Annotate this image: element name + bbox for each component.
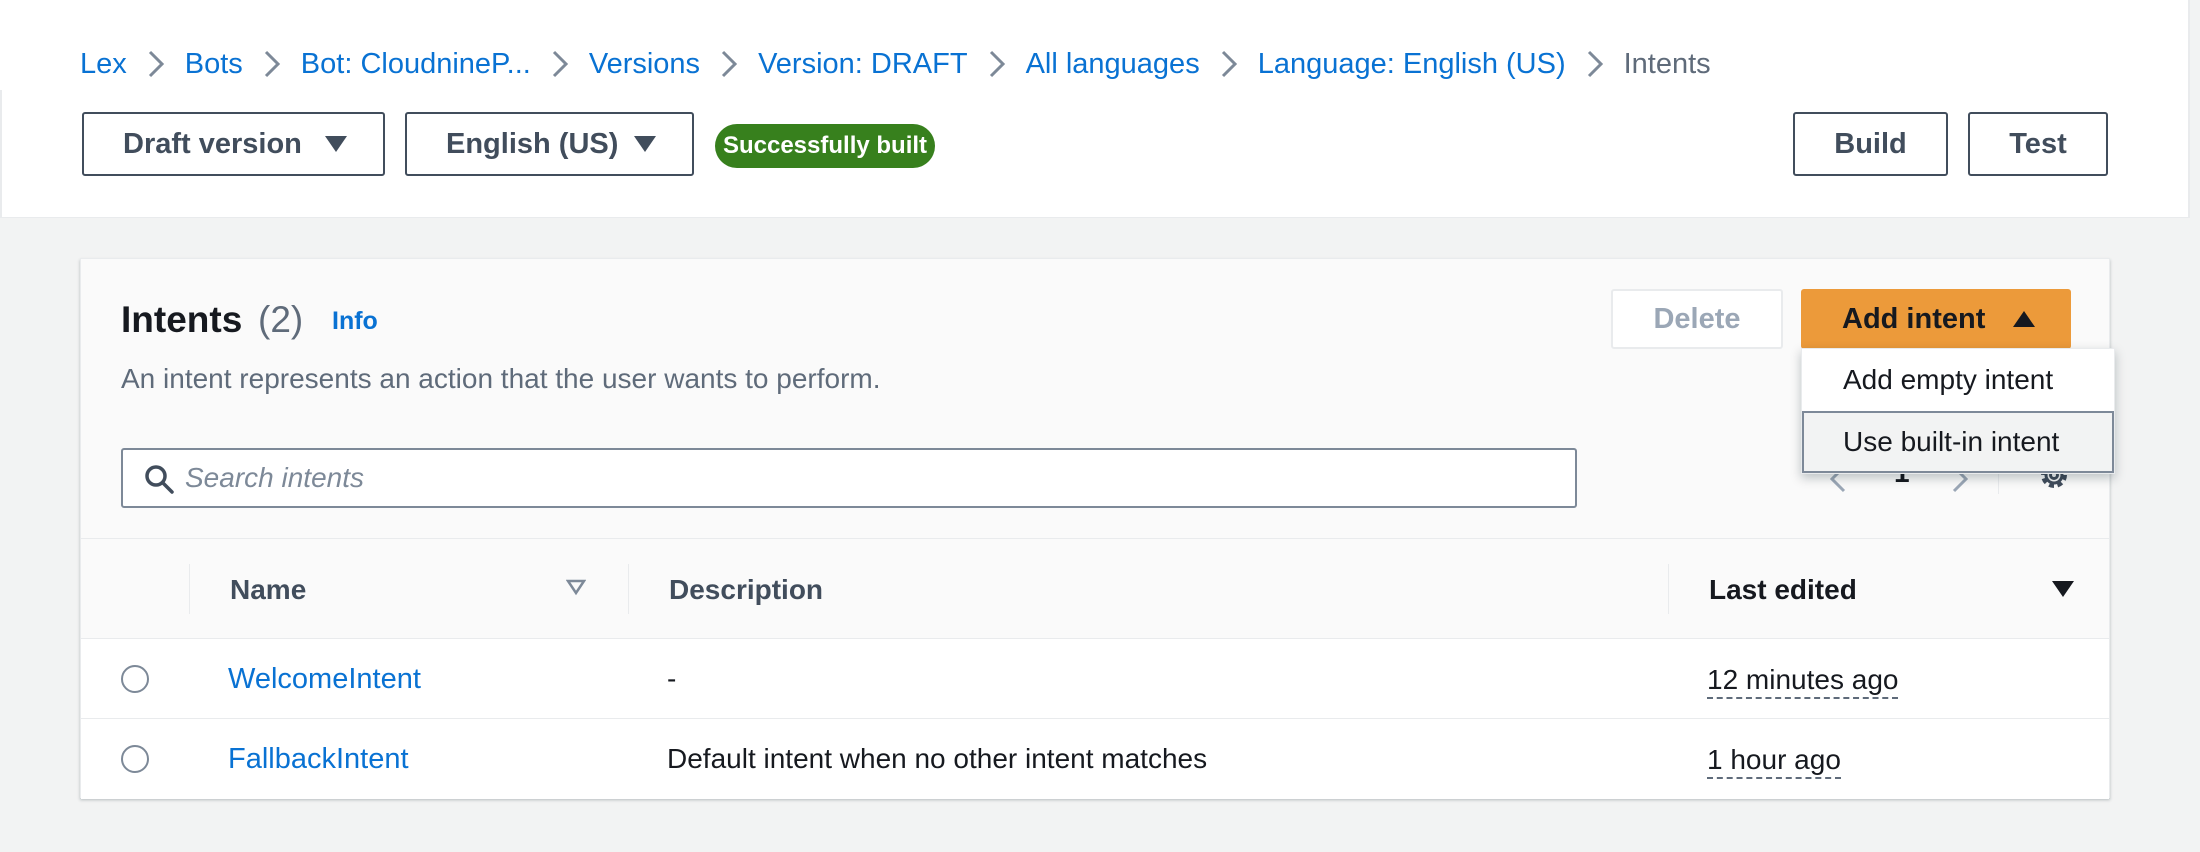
test-button[interactable]: Test: [1968, 112, 2108, 176]
column-header-name[interactable]: Name: [230, 574, 306, 606]
column-divider: [1668, 564, 1669, 614]
build-button[interactable]: Build: [1793, 112, 1948, 176]
breadcrumb-bots[interactable]: Bots: [185, 48, 243, 81]
column-header-last-edited[interactable]: Last edited: [1709, 574, 1857, 606]
info-link[interactable]: Info: [332, 307, 378, 336]
chevron-right-icon: [243, 49, 301, 79]
intent-description: Default intent when no other intent matc…: [667, 743, 1208, 774]
add-empty-intent-option[interactable]: Add empty intent: [1802, 349, 2114, 411]
breadcrumb: Lex Bots Bot: CloudnineP... Versions Ver…: [80, 44, 1711, 84]
intent-name-link[interactable]: FallbackIntent: [228, 743, 409, 776]
panel-description: An intent represents an action that the …: [121, 363, 881, 394]
breadcrumb-current: Intents: [1623, 47, 1711, 80]
table-header: Name Description Last edited: [81, 539, 2109, 639]
version-select-label: Draft version: [123, 127, 302, 160]
use-built-in-intent-option[interactable]: Use built-in intent: [1802, 411, 2114, 473]
breadcrumb-lex[interactable]: Lex: [80, 48, 127, 81]
table-row: FallbackIntent Default intent when no ot…: [81, 719, 2109, 799]
search-placeholder: Search intents: [185, 462, 364, 493]
caret-down-icon: [634, 136, 656, 152]
top-header: [0, 0, 2190, 218]
language-select-label: English (US): [446, 127, 619, 160]
breadcrumb-versions[interactable]: Versions: [589, 48, 700, 81]
sort-caret-icon[interactable]: [565, 577, 587, 602]
row-radio[interactable]: [121, 665, 149, 693]
version-select[interactable]: Draft version: [82, 112, 385, 176]
chevron-right-icon: [1200, 49, 1258, 79]
chevron-right-icon: [127, 49, 185, 79]
breadcrumb-version-draft[interactable]: Version: DRAFT: [758, 48, 968, 81]
breadcrumb-all-languages[interactable]: All languages: [1026, 48, 1200, 81]
column-divider: [189, 564, 190, 614]
panel-title: Intents: [121, 299, 243, 340]
intents-panel: Intents (2) Info An intent represents an…: [80, 258, 2110, 799]
language-select[interactable]: English (US): [405, 112, 694, 176]
table-row: WelcomeIntent - 12 minutes ago: [81, 639, 2109, 719]
add-intent-label: Add intent: [1842, 302, 1986, 335]
caret-down-icon: [325, 136, 347, 152]
chevron-right-icon: [531, 49, 589, 79]
search-input[interactable]: Search intents: [121, 448, 1577, 508]
intent-name-link[interactable]: WelcomeIntent: [228, 663, 421, 696]
caret-up-icon: [2013, 311, 2035, 327]
column-divider: [628, 564, 629, 614]
intent-description: -: [667, 663, 677, 694]
add-intent-dropdown: Add empty intent Use built-in intent: [1801, 348, 2115, 474]
chevron-right-icon: [1566, 49, 1624, 79]
chevron-right-icon: [700, 49, 758, 79]
sort-caret-icon[interactable]: [2052, 581, 2074, 597]
search-icon: [143, 463, 175, 495]
chevron-right-icon: [968, 49, 1026, 79]
column-header-description[interactable]: Description: [669, 574, 823, 606]
status-badge: Successfully built: [715, 124, 935, 168]
breadcrumb-language[interactable]: Language: English (US): [1258, 48, 1566, 81]
add-intent-button[interactable]: Add intent: [1801, 289, 2071, 349]
left-edge-divider: [0, 90, 2, 218]
row-radio[interactable]: [121, 745, 149, 773]
intent-last-edited: 12 minutes ago: [1707, 663, 1899, 699]
intent-last-edited: 1 hour ago: [1707, 743, 1841, 779]
breadcrumb-bot[interactable]: Bot: CloudnineP...: [301, 48, 531, 81]
intent-count: (2): [258, 299, 304, 340]
delete-button[interactable]: Delete: [1611, 289, 1783, 349]
